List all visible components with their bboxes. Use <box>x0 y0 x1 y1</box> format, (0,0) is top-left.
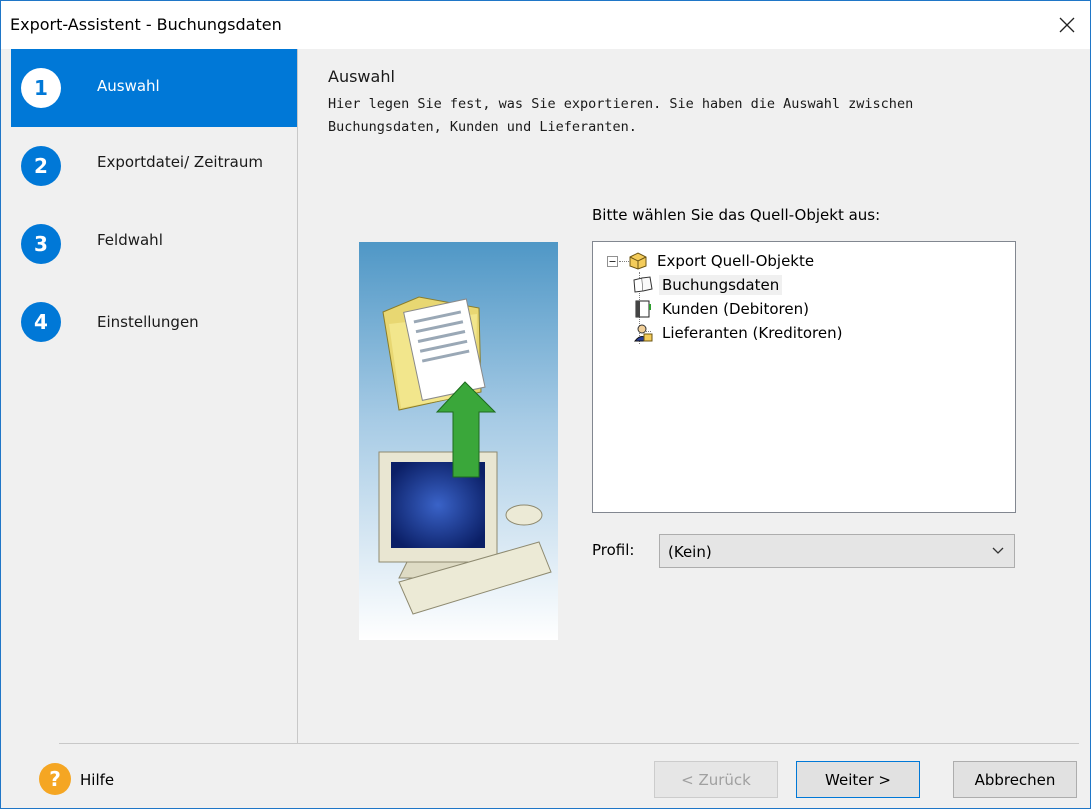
tree-item-kunden[interactable]: Kunden (Debitoren) <box>633 298 812 320</box>
tree-root[interactable]: Export Quell-Objekte <box>607 250 817 272</box>
ledger-icon <box>635 300 651 318</box>
sidebar-divider <box>297 49 298 743</box>
book-icon <box>633 276 653 293</box>
step-number-badge: 4 <box>21 302 61 342</box>
step-number-badge: 3 <box>21 224 61 264</box>
wizard-window: Export-Assistent - Buchungsdaten 1 Auswa… <box>0 0 1091 809</box>
export-illustration <box>359 242 558 640</box>
tree-item-label: Lieferanten (Kreditoren) <box>662 324 843 342</box>
step-auswahl[interactable]: 1 Auswahl <box>11 49 297 127</box>
next-button[interactable]: Weiter > <box>796 761 920 798</box>
title-bar: Export-Assistent - Buchungsdaten <box>1 1 1090 49</box>
back-button[interactable]: < Zurück <box>654 761 778 798</box>
tree-item-label: Buchungsdaten <box>659 275 783 295</box>
footer-divider <box>59 743 1079 744</box>
step-label: Einstellungen <box>97 313 199 331</box>
profile-select-value: (Kein) <box>668 543 712 561</box>
step-label: Feldwahl <box>97 231 163 249</box>
tree-root-label: Export Quell-Objekte <box>657 252 815 270</box>
page-description: Hier legen Sie fest, was Sie exportieren… <box>328 93 988 139</box>
step-exportdatei[interactable]: 2 Exportdatei/ Zeitraum <box>11 127 297 205</box>
supplier-icon <box>633 324 653 342</box>
profile-label: Profil: <box>592 541 635 559</box>
tree-item-buchungsdaten[interactable]: Buchungsdaten <box>633 274 783 296</box>
package-icon <box>629 252 647 270</box>
step-label: Exportdatei/ Zeitraum <box>97 153 263 171</box>
help-icon[interactable]: ? <box>39 763 71 795</box>
description-line: Hier legen Sie fest, was Sie exportieren… <box>328 96 914 112</box>
chevron-down-icon <box>992 547 1004 554</box>
step-feldwahl[interactable]: 3 Feldwahl <box>11 205 297 283</box>
collapse-icon[interactable] <box>607 255 618 267</box>
cancel-button[interactable]: Abbrechen <box>953 761 1077 798</box>
step-sidebar: 1 Auswahl 2 Exportdatei/ Zeitraum 3 Feld… <box>11 49 297 743</box>
tree-prompt: Bitte wählen Sie das Quell-Objekt aus: <box>592 206 881 224</box>
tree-item-label: Kunden (Debitoren) <box>662 300 809 318</box>
step-einstellungen[interactable]: 4 Einstellungen <box>11 283 297 361</box>
page-title: Auswahl <box>328 67 395 86</box>
profile-select[interactable]: (Kein) <box>659 534 1015 568</box>
source-object-tree[interactable]: Export Quell-Objekte Buchungsdaten Kunde… <box>592 241 1016 513</box>
window-title: Export-Assistent - Buchungsdaten <box>10 15 282 34</box>
description-line: Buchungsdaten, Kunden und Lieferanten. <box>328 119 637 135</box>
tree-item-lieferanten[interactable]: Lieferanten (Kreditoren) <box>633 322 845 344</box>
step-label: Auswahl <box>97 77 160 95</box>
step-number-badge: 1 <box>21 68 61 108</box>
help-link[interactable]: Hilfe <box>80 771 114 789</box>
close-icon <box>1059 17 1075 33</box>
close-button[interactable] <box>1044 1 1090 49</box>
step-number-badge: 2 <box>21 146 61 186</box>
